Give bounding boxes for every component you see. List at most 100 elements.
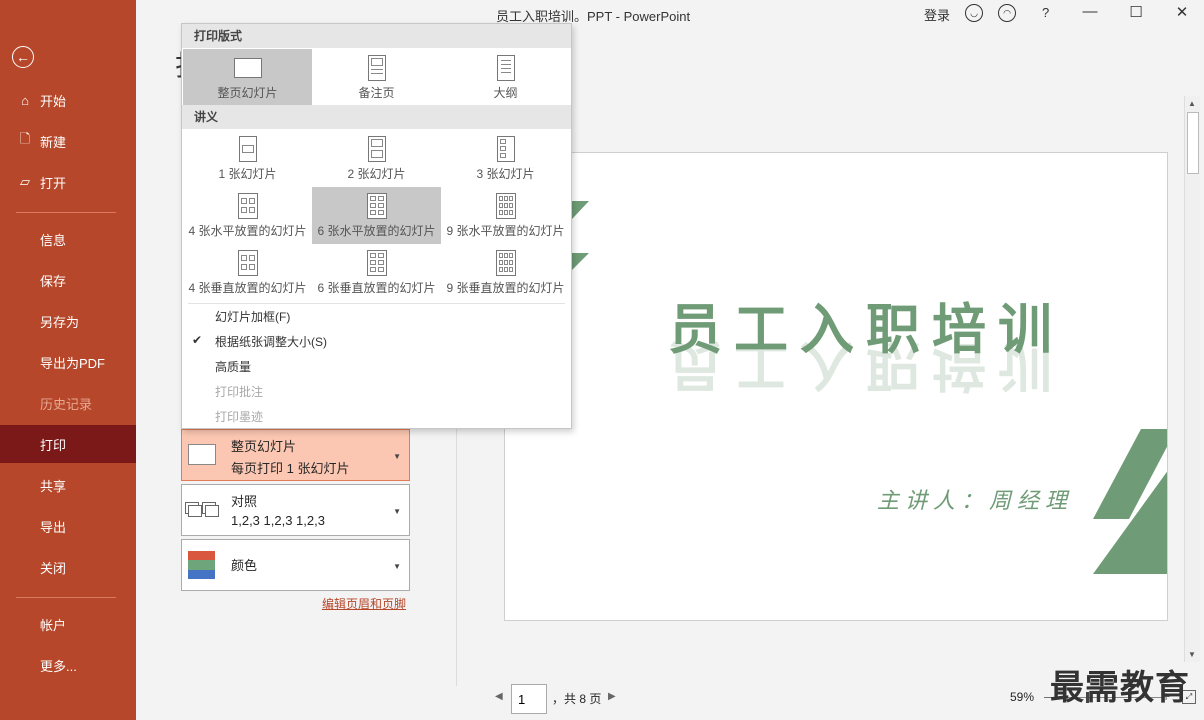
color-select[interactable]: 颜色 ▼ xyxy=(181,539,410,591)
zoom-level[interactable]: 59% xyxy=(1010,690,1034,704)
close-icon[interactable]: ✕ xyxy=(1172,3,1192,21)
sidebar-item-save-as[interactable]: 另存为 xyxy=(0,302,136,340)
option-print-ink: 打印墨迹 xyxy=(215,410,264,424)
sidebar-item-save[interactable]: 保存 xyxy=(0,261,136,299)
option-scale-to-fit[interactable]: 根据纸张调整大小(S) xyxy=(215,333,327,350)
section-header-print-layout: 打印版式 xyxy=(182,24,571,48)
handout-option-6-horizontal[interactable]: 6 张水平放置的幻灯片 xyxy=(312,187,441,244)
option-frame-slides[interactable]: 幻灯片加框(F) xyxy=(215,308,290,325)
option-label: 3 张幻灯片 xyxy=(476,167,535,181)
smile-icon[interactable]: ◡ xyxy=(965,4,983,22)
edit-header-footer-link[interactable]: 编辑页眉和页脚 xyxy=(322,595,406,612)
scroll-thumb[interactable] xyxy=(1187,112,1199,174)
sidebar-item-label: 导出 xyxy=(40,519,67,535)
setting-title: 对照 xyxy=(231,494,258,509)
next-page-icon[interactable]: ▶ xyxy=(608,691,616,702)
handout-option-1[interactable]: 1 张幻灯片 xyxy=(183,130,312,187)
page-total: ，共 8 页 xyxy=(552,692,602,706)
option-label: 整页幻灯片 xyxy=(217,86,278,100)
page-number-input[interactable] xyxy=(511,684,547,714)
handout-option-6-vertical[interactable]: 6 张垂直放置的幻灯片 xyxy=(312,244,441,301)
handout-4h-icon xyxy=(237,193,258,219)
sidebar-item-open[interactable]: ▱ 打开 xyxy=(0,163,136,201)
scroll-up-icon[interactable]: ▲ xyxy=(1188,99,1196,108)
option-label: 6 张水平放置的幻灯片 xyxy=(317,224,436,238)
layout-option-outline[interactable]: 大纲 xyxy=(441,49,570,106)
option-print-comments: 打印批注 xyxy=(215,385,264,399)
sidebar-item-label: 导出为PDF xyxy=(40,355,106,371)
sidebar-item-history: 历史记录 xyxy=(0,384,136,422)
option-label: 2 张幻灯片 xyxy=(347,167,406,181)
prev-page-icon[interactable]: ◀ xyxy=(495,691,503,702)
sidebar-item-home[interactable]: ⌂ 开始 xyxy=(0,81,136,119)
handout-3-icon xyxy=(496,136,515,162)
slide-preview: 员工入职培训 员工入职培训 主讲人：周经理 xyxy=(504,152,1168,621)
setting-title: 整页幻灯片 xyxy=(231,439,297,454)
option-label: 4 张垂直放置的幻灯片 xyxy=(188,281,307,295)
handout-option-4-horizontal[interactable]: 4 张水平放置的幻灯片 xyxy=(183,187,312,244)
chevron-down-icon: ▼ xyxy=(393,507,401,516)
sidebar-item-label: 帐户 xyxy=(40,617,67,633)
sidebar-item-print[interactable]: 打印 xyxy=(0,425,136,463)
handout-option-9-horizontal[interactable]: 9 张水平放置的幻灯片 xyxy=(441,187,570,244)
sidebar-item-label: 打印 xyxy=(40,437,67,453)
sidebar-item-label: 信息 xyxy=(40,232,67,248)
print-layout-select[interactable]: 整页幻灯片 每页打印 1 张幻灯片 ▼ xyxy=(181,429,410,481)
collate-select[interactable]: 对照 1,2,3 1,2,3 1,2,3 ▼ xyxy=(181,484,410,536)
sidebar-item-export[interactable]: 导出 xyxy=(0,507,136,545)
option-label: 大纲 xyxy=(493,86,518,100)
maximize-icon[interactable]: ☐ xyxy=(1126,3,1146,21)
handout-option-2[interactable]: 2 张幻灯片 xyxy=(312,130,441,187)
option-label: 9 张垂直放置的幻灯片 xyxy=(446,281,565,295)
collate-icon xyxy=(185,502,221,520)
handout-2-icon xyxy=(367,136,386,162)
handout-option-4-vertical[interactable]: 4 张垂直放置的幻灯片 xyxy=(183,244,312,301)
sidebar-item-label: 新建 xyxy=(40,134,67,150)
sidebar-divider xyxy=(16,597,116,598)
handout-9h-icon xyxy=(495,193,516,219)
layout-option-notes[interactable]: 备注页 xyxy=(312,49,441,106)
sidebar-item-label: 保存 xyxy=(40,273,67,289)
sidebar-item-new[interactable]: 🗋 新建 xyxy=(0,122,136,160)
sidebar-item-more[interactable]: 更多... xyxy=(0,646,136,684)
handout-option-9-vertical[interactable]: 9 张垂直放置的幻灯片 xyxy=(441,244,570,301)
checkmark-icon: ✔ xyxy=(192,333,203,347)
sidebar-item-label: 开始 xyxy=(40,93,67,109)
sidebar-item-label: 另存为 xyxy=(40,314,80,330)
sidebar-item-account[interactable]: 帐户 xyxy=(0,605,136,643)
option-high-quality[interactable]: 高质量 xyxy=(215,358,251,375)
login-link[interactable]: 登录 xyxy=(924,5,950,24)
watermark-logo: 最需教育 xyxy=(1050,669,1190,707)
notes-page-icon xyxy=(367,55,386,81)
option-label: 9 张水平放置的幻灯片 xyxy=(446,224,565,238)
sidebar-item-close[interactable]: 关闭 xyxy=(0,548,136,586)
sidebar-item-label: 打开 xyxy=(40,175,67,191)
preview-scrollbar[interactable]: ▲ ▼ xyxy=(1184,96,1200,662)
minimize-icon[interactable]: — xyxy=(1080,3,1100,20)
handout-4v-icon xyxy=(237,250,258,276)
home-icon: ⌂ xyxy=(21,92,29,108)
slide-title-reflection: 员工入职培训 xyxy=(668,334,1064,398)
layout-option-full-page[interactable]: 整页幻灯片 xyxy=(183,49,312,106)
sidebar-item-info[interactable]: 信息 xyxy=(0,220,136,258)
folder-open-icon: ▱ xyxy=(20,174,30,189)
sidebar-item-label: 共享 xyxy=(40,478,67,494)
backstage-sidebar: ← ⌂ 开始 🗋 新建 ▱ 打开 信息 保存 另存为 导出为PDF 历史记录 打… xyxy=(0,0,136,720)
back-arrow-icon[interactable]: ← xyxy=(12,46,34,68)
handout-option-3[interactable]: 3 张幻灯片 xyxy=(441,130,570,187)
outline-page-icon xyxy=(496,55,515,81)
option-label: 1 张幻灯片 xyxy=(218,167,277,181)
help-button[interactable]: ? xyxy=(1042,5,1049,20)
sidebar-item-label: 更多... xyxy=(40,658,77,674)
scroll-down-icon[interactable]: ▼ xyxy=(1188,650,1196,659)
sidebar-item-export-pdf[interactable]: 导出为PDF xyxy=(0,343,136,381)
sidebar-item-share[interactable]: 共享 xyxy=(0,466,136,504)
handout-6h-icon xyxy=(366,193,387,219)
chevron-down-icon: ▼ xyxy=(393,452,401,461)
color-swatch-icon xyxy=(188,551,215,579)
handout-9v-icon xyxy=(495,250,516,276)
option-label: 6 张垂直放置的幻灯片 xyxy=(317,281,436,295)
setting-subtitle: 1,2,3 1,2,3 1,2,3 xyxy=(231,513,325,528)
setting-subtitle: 每页打印 1 张幻灯片 xyxy=(231,461,350,476)
frown-icon[interactable]: ◠ xyxy=(998,4,1016,22)
